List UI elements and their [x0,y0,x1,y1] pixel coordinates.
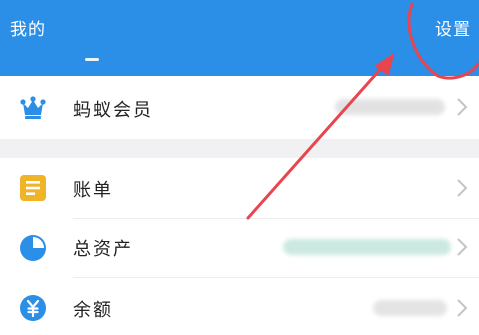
settings-button[interactable]: 设置 [435,15,471,40]
crown-icon [20,96,46,119]
list-item-bill[interactable]: 账单 [0,158,479,219]
top-header: 我的 设置 [0,0,479,76]
page-title: 我的 [10,20,46,40]
list-item-label: 余额 [73,300,113,321]
pie-chart-icon [20,235,46,261]
list-item-balance[interactable]: 余额 [0,278,479,335]
list-item-total-assets[interactable]: 总资产 [0,219,479,278]
list-item-label: 蚂蚁会员 [73,100,153,121]
blurred-value [283,239,451,255]
chevron-right-icon [457,238,468,256]
chevron-right-icon [457,299,468,317]
list-item-label: 总资产 [73,239,133,260]
yuan-icon [20,295,46,321]
chevron-right-icon [457,98,468,116]
blurred-value [335,99,445,115]
chevron-right-icon [457,179,468,197]
header-tab-indicator [85,58,99,61]
list-item-label: 账单 [73,180,113,201]
list-item-ant-member[interactable]: 蚂蚁会员 [0,76,479,139]
bill-icon [20,175,46,201]
blurred-value [373,300,447,316]
